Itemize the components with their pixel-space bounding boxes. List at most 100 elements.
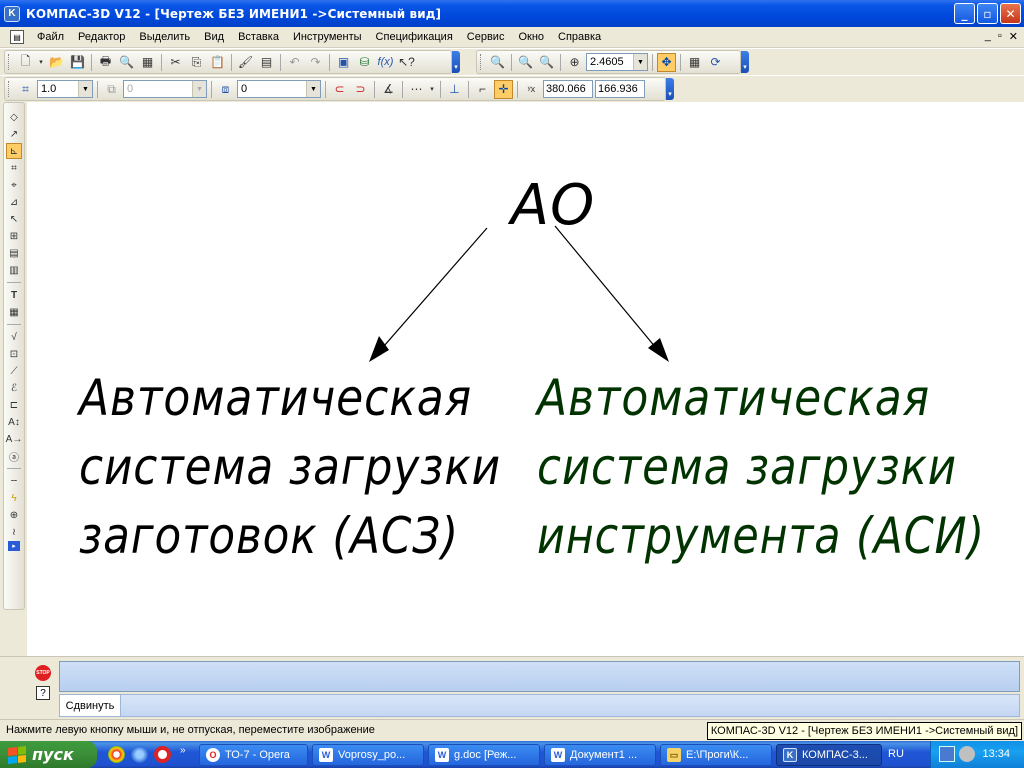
save-icon[interactable]: 💾 [68, 53, 87, 72]
tray-app-icon[interactable] [959, 746, 975, 762]
parametrize-icon[interactable]: ⌖ [6, 177, 22, 193]
refresh-icon[interactable]: ⟳ [706, 53, 725, 72]
position-leader-icon[interactable]: ℰ [6, 380, 22, 396]
menu-service[interactable]: Сервис [460, 31, 512, 43]
orthogonal-mode-icon[interactable]: ⌐ [473, 80, 492, 99]
edit-icon[interactable]: ⌗ [6, 160, 22, 176]
doc-minimize-button[interactable]: _ [985, 30, 991, 43]
mark-icon[interactable]: ⓐ [6, 448, 22, 464]
toolbar-options-icon[interactable]: ▾ [666, 78, 674, 100]
zoom-all-icon[interactable]: ▦ [685, 53, 704, 72]
drawing-canvas[interactable]: АО Автоматическая система загрузки загот… [27, 102, 1024, 656]
snap-local-icon[interactable]: ⊃ [351, 80, 370, 99]
spec-icon[interactable]: ▤ [6, 245, 22, 261]
kompas-app-icon[interactable]: K [4, 5, 20, 22]
manager-icon[interactable]: ▣ [334, 53, 353, 72]
doc-close-button[interactable]: ✕ [1009, 30, 1018, 43]
line-style-combo[interactable]: 1.0 ▼ [37, 80, 93, 98]
left-text-line-2[interactable]: система загрузки [79, 438, 501, 496]
leader-icon[interactable]: ⟋ [6, 363, 22, 379]
close-button[interactable]: ✕ [1000, 3, 1021, 24]
toolbar-grip[interactable] [480, 54, 483, 70]
left-text-line-3[interactable]: заготовок (АСЗ) [79, 507, 459, 565]
axis-line-icon[interactable]: ╌ [6, 473, 22, 489]
menu-editor[interactable]: Редактор [71, 31, 132, 43]
variables-icon[interactable]: f(x) [376, 53, 395, 72]
cut-line-icon[interactable]: A↕ [6, 414, 22, 430]
clock[interactable]: 13:34 [982, 748, 1010, 760]
stop-icon[interactable]: STOP [35, 665, 51, 681]
print-icon[interactable]: 🖶 [96, 53, 115, 72]
table-tool-icon[interactable]: ▦ [6, 304, 22, 320]
menu-window[interactable]: Окно [511, 31, 551, 43]
maximize-button[interactable]: ▫ [977, 3, 998, 24]
opera-icon[interactable] [154, 746, 171, 763]
paste-icon[interactable]: 📋 [208, 53, 227, 72]
task-kompas[interactable]: K КОМПАС-3... [776, 744, 882, 766]
break-line-icon[interactable]: ≀ [6, 524, 22, 540]
redo-icon[interactable]: ↷ [306, 53, 325, 72]
start-button[interactable]: пуск [0, 741, 97, 768]
chrome-icon[interactable] [108, 746, 125, 763]
copy-icon[interactable]: ⎘ [187, 53, 206, 72]
undo-icon[interactable]: ↶ [285, 53, 304, 72]
coordinates-icon[interactable]: ʸx [522, 80, 541, 99]
more-icon[interactable]: ▸ [8, 541, 20, 551]
task-explorer[interactable]: ▭ E:\Проги\К... [660, 744, 772, 766]
ortho-icon[interactable]: ∡ [379, 80, 398, 99]
task-opera[interactable]: O ТО-7 - Opera [199, 744, 308, 766]
right-arrow-line[interactable] [554, 225, 662, 355]
geometry-icon[interactable]: ◇ [6, 109, 22, 125]
left-arrow-line[interactable] [376, 227, 488, 355]
zoom-combo[interactable]: 2.4605 ▼ [586, 53, 648, 71]
document-icon[interactable]: ▤ [10, 30, 24, 44]
tolerance-icon[interactable]: ⊏ [6, 397, 22, 413]
task-word-document1[interactable]: W Документ1 ... [544, 744, 656, 766]
toolbar-options-icon[interactable]: ▾ [741, 51, 749, 73]
pan-icon[interactable]: ✥ [657, 52, 676, 72]
wave-line-icon[interactable]: ϟ [6, 490, 22, 506]
minimize-button[interactable]: _ [954, 3, 975, 24]
cursor-snap-icon[interactable]: ✛ [494, 79, 513, 99]
reports-icon[interactable]: ▥ [6, 262, 22, 278]
menu-specification[interactable]: Спецификация [369, 31, 460, 43]
properties-icon[interactable]: ▤ [257, 53, 276, 72]
layer-combo[interactable]: 0 ▼ [237, 80, 321, 98]
dimensions-icon[interactable]: ↗ [6, 126, 22, 142]
print-preview-icon[interactable]: 🔍 [117, 53, 136, 72]
cut-icon[interactable]: ✂ [166, 53, 185, 72]
right-text-line-2[interactable]: система загрузки [537, 438, 957, 496]
right-text-line-3[interactable]: инструмента (АСИ) [537, 507, 985, 565]
roughness-icon[interactable]: √ [6, 329, 22, 345]
doc-restore-button[interactable]: ▫ [998, 30, 1002, 43]
browser-icon[interactable] [131, 746, 148, 763]
designations-icon[interactable]: ⊾ [6, 143, 22, 159]
language-indicator[interactable]: RU [888, 748, 904, 760]
toolbar-grip[interactable] [8, 54, 11, 70]
coord-y-field[interactable]: 166.936 [595, 80, 645, 98]
library-icon[interactable]: ⛁ [355, 53, 374, 72]
open-folder-icon[interactable]: 📂 [47, 53, 66, 72]
left-text-line-1[interactable]: Автоматическая [76, 369, 472, 427]
toolbar-options-icon[interactable]: ▾ [452, 51, 460, 73]
help-pointer-icon[interactable]: ↖? [397, 53, 416, 72]
menu-help[interactable]: Справка [551, 31, 608, 43]
snap-magnet-icon[interactable]: ⊂ [330, 80, 349, 99]
layers-icon[interactable]: ⧈ [216, 80, 235, 99]
task-word-voprosy[interactable]: W Voprosy_po... [312, 744, 424, 766]
new-document-icon[interactable]: 🗋 [16, 53, 35, 72]
zoom-in-icon[interactable]: 🔍 [516, 53, 535, 72]
step-icon[interactable]: ⌗ [16, 80, 35, 99]
tab-pan[interactable]: Сдвинуть [59, 694, 121, 717]
chevron-down-icon[interactable]: ▼ [78, 81, 92, 97]
chevron-down-icon[interactable]: ▼ [306, 81, 320, 97]
coord-x-field[interactable]: 380.066 [543, 80, 593, 98]
root-label[interactable]: АО [508, 173, 595, 238]
zoom-scale-icon[interactable]: ⊕ [565, 53, 584, 72]
preview-icon[interactable]: ▦ [138, 53, 157, 72]
local-cs-icon[interactable]: ⊥ [445, 80, 464, 99]
menu-select[interactable]: Выделить [132, 31, 197, 43]
grid-dropdown-icon[interactable]: ▾ [428, 80, 436, 99]
measure-icon[interactable]: ⊿ [6, 194, 22, 210]
quicklaunch-more-icon[interactable]: » [180, 745, 186, 756]
